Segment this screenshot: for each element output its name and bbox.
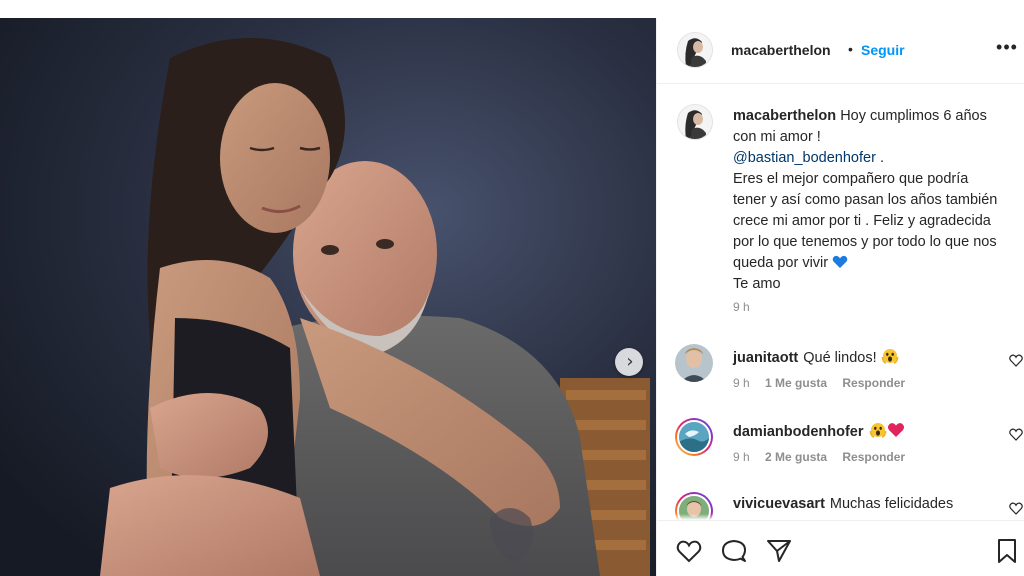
comment-body: Muchas felicidades [829,496,954,512]
face-screaming-icon [869,423,887,438]
top-blank-strip [0,0,1024,18]
comment-meta: 9 h 1 Me gusta Responder [733,376,917,390]
avatar-image [675,344,713,382]
comment-item: juanitaott Qué lindos! 9 h 1 Me gusta Res… [657,344,1024,404]
post-action-bar [657,520,1024,576]
caption-body: . Eres el mejor compañero que podría ten… [733,150,998,271]
avatar-image [678,33,712,67]
next-photo-button[interactable]: › [615,348,643,376]
like-icon[interactable] [675,537,703,565]
commenter-username[interactable]: vivicuevasart [733,496,825,512]
caption-text: macaberthelon Hoy cumplimos 6 años con m… [733,106,1003,295]
post-side-panel: macaberthelon • Seguir ••• macaberthelon… [656,18,1024,576]
red-heart-icon [887,423,904,437]
comment-text: juanitaott Qué lindos! [733,348,899,366]
couple-photo-illustration [0,18,656,576]
comment-text: vivicuevasart Muchas felicidades [733,496,953,512]
caption-mention-link[interactable]: @bastian_bodenhofer [733,150,876,166]
caption-avatar[interactable] [677,104,713,140]
reply-button[interactable]: Responder [842,450,905,464]
chevron-right-icon: › [626,351,634,372]
avatar-image [678,105,712,139]
blue-heart-icon [832,255,848,268]
avatar-image [679,422,709,452]
post-photo[interactable]: › [0,18,656,576]
commenter-username[interactable]: damianbodenhofer [733,424,864,440]
commenter-username[interactable]: juanitaott [733,350,798,366]
caption-body-end: Te amo [733,276,781,292]
caption-timestamp[interactable]: 9 h [733,300,750,314]
comment-likes[interactable]: 2 Me gusta [765,450,827,464]
face-screaming-icon [881,349,899,364]
comment-text: damianbodenhofer [733,422,905,440]
comment-time[interactable]: 9 h [733,450,750,464]
comment-time[interactable]: 9 h [733,376,750,390]
author-avatar[interactable] [677,32,713,68]
comment-icon[interactable] [720,537,748,565]
follow-button[interactable]: Seguir [861,42,905,58]
comment-like-heart-icon[interactable] [1009,428,1023,441]
comment-likes[interactable]: 1 Me gusta [765,376,827,390]
commenter-avatar[interactable] [675,344,713,382]
comment-item: damianbodenhofer 9 h 2 Me gusta Responde… [657,418,1024,478]
save-icon[interactable] [993,537,1021,565]
share-icon[interactable] [765,537,793,565]
caption-username[interactable]: macaberthelon [733,108,836,124]
separator-dot: • [848,41,853,57]
post-header: macaberthelon • Seguir ••• [657,18,1024,84]
comment-body: Qué lindos! [803,350,877,366]
reply-button[interactable]: Responder [842,376,905,390]
author-username[interactable]: macaberthelon [731,42,831,58]
commenter-avatar-story-ring[interactable] [675,418,713,456]
comment-like-heart-icon[interactable] [1009,354,1023,367]
comment-meta: 9 h 2 Me gusta Responder [733,450,917,464]
more-options-icon[interactable]: ••• [995,38,1019,60]
